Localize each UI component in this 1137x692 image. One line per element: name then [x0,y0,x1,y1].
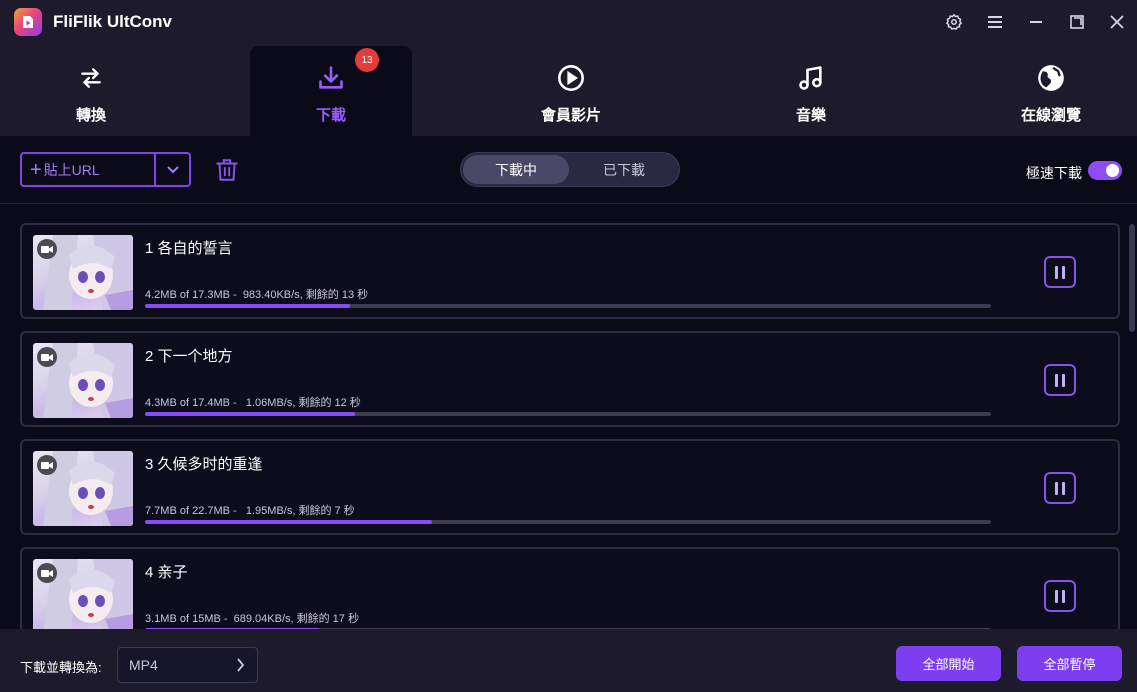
gear-icon[interactable] [943,11,965,33]
turbo-download-label: 極速下載 [1026,165,1082,181]
pause-icon-bar [1062,589,1065,603]
download-item[interactable]: 3 久候多时的重逢 7.7MB of 22.7MB - 1.95MB/s, 剩餘… [20,439,1120,535]
tab-convert[interactable]: 轉換 [10,46,172,136]
tab-label: 下載 [315,107,346,124]
download-count-badge: 13 [355,48,379,72]
video-camera-icon [37,563,57,583]
pause-button[interactable] [1044,580,1076,612]
pause-all-button[interactable]: 全部暫停 [1017,646,1122,681]
pause-button[interactable] [1044,256,1076,288]
download-stats: 4.2MB of 17.3MB - 983.40KB/s, 剩餘的 13 秒 [145,289,369,301]
download-item[interactable]: 1 各自的誓言 4.2MB of 17.3MB - 983.40KB/s, 剩餘… [20,223,1120,319]
paste-url-split-button: + 貼上URL [20,152,191,187]
pause-icon [1055,265,1058,279]
segment-downloaded[interactable]: 已下載 [571,155,677,184]
app-title: FliFlik UltConv [53,12,172,31]
download-item[interactable]: 2 下一个地方 4.3MB of 17.4MB - 1.06MB/s, 剩餘的 … [20,331,1120,427]
pause-icon [1055,373,1058,387]
music-note-icon [797,64,825,92]
toggle-knob [1106,164,1119,177]
download-stats: 7.7MB of 22.7MB - 1.95MB/s, 剩餘的 7 秒 [145,505,355,517]
paste-url-dropdown[interactable] [156,154,189,185]
list-scrollbar[interactable] [1129,224,1135,332]
tab-member-videos[interactable]: 會員影片 [490,46,652,136]
download-stats: 3.1MB of 15MB - 689.04KB/s, 剩餘的 17 秒 [145,613,359,625]
pause-icon-bar [1062,265,1065,279]
download-toolbar: + 貼上URL 下載中 已下載 極速下載 [0,136,1137,204]
download-progress-fill [145,412,355,416]
paste-url-button[interactable]: + 貼上URL [22,154,156,185]
title-bar: FliFlik UltConv [0,0,1137,44]
start-all-button[interactable]: 全部開始 [896,646,1001,681]
menu-icon[interactable] [984,11,1006,33]
convert-format-label: 下載並轉換為: [20,660,102,675]
video-camera-icon [37,455,57,475]
minimize-icon[interactable] [1025,11,1047,33]
tab-label: 在線瀏覽 [1020,107,1081,124]
video-thumbnail [33,235,133,310]
close-icon[interactable] [1106,11,1128,33]
download-progress-bar [145,412,991,416]
pause-icon-bar [1062,481,1065,495]
globe-icon [1037,64,1065,92]
video-thumbnail [33,451,133,526]
tab-music[interactable]: 音樂 [730,46,892,136]
output-format-select[interactable]: MP4 [117,647,258,683]
trash-icon[interactable] [214,157,240,183]
tab-online-browse[interactable]: 在線瀏覽 [970,46,1132,136]
download-status-switch: 下載中 已下載 [460,152,680,187]
download-title: 1 各自的誓言 [145,240,233,257]
output-format-value: MP4 [129,657,158,673]
app-logo [14,8,42,36]
paste-url-label: 貼上URL [43,161,100,178]
segment-downloading[interactable]: 下載中 [463,155,569,184]
download-title: 4 亲子 [145,564,188,581]
video-thumbnail [33,343,133,418]
maximize-icon[interactable] [1066,11,1088,33]
download-icon [317,64,345,92]
video-camera-icon [37,239,57,259]
play-circle-icon [557,64,585,92]
download-progress-bar [145,520,991,524]
download-title: 2 下一个地方 [145,348,233,365]
pause-icon [1055,481,1058,495]
turbo-download-toggle[interactable] [1088,161,1122,180]
pause-button[interactable] [1044,472,1076,504]
pause-icon [1055,589,1058,603]
tab-download[interactable]: 下載 13 [250,46,412,136]
tab-label: 會員影片 [540,107,601,124]
swap-icon [77,64,105,92]
pause-button[interactable] [1044,364,1076,396]
video-camera-icon [37,347,57,367]
footer-bar: 下載並轉換為: MP4 全部開始 全部暫停 [0,629,1137,692]
pause-icon-bar [1062,373,1065,387]
chevron-down-icon [166,165,179,173]
plus-icon: + [30,158,42,181]
download-stats: 4.3MB of 17.4MB - 1.06MB/s, 剩餘的 12 秒 [145,397,361,409]
download-title: 3 久候多时的重逢 [145,456,263,473]
download-progress-bar [145,304,991,308]
tab-label: 音樂 [795,107,826,124]
download-list: 1 各自的誓言 4.2MB of 17.3MB - 983.40KB/s, 剩餘… [0,205,1137,629]
download-progress-fill [145,520,432,524]
main-tab-bar: 轉換 下載 13 會員影片 音樂 在線瀏覽 [0,44,1137,136]
chevron-right-icon [237,658,245,672]
download-progress-fill [145,304,350,308]
download-item[interactable]: 4 亲子 3.1MB of 15MB - 689.04KB/s, 剩餘的 17 … [20,547,1120,629]
video-thumbnail [33,559,133,629]
tab-label: 轉換 [75,107,106,124]
